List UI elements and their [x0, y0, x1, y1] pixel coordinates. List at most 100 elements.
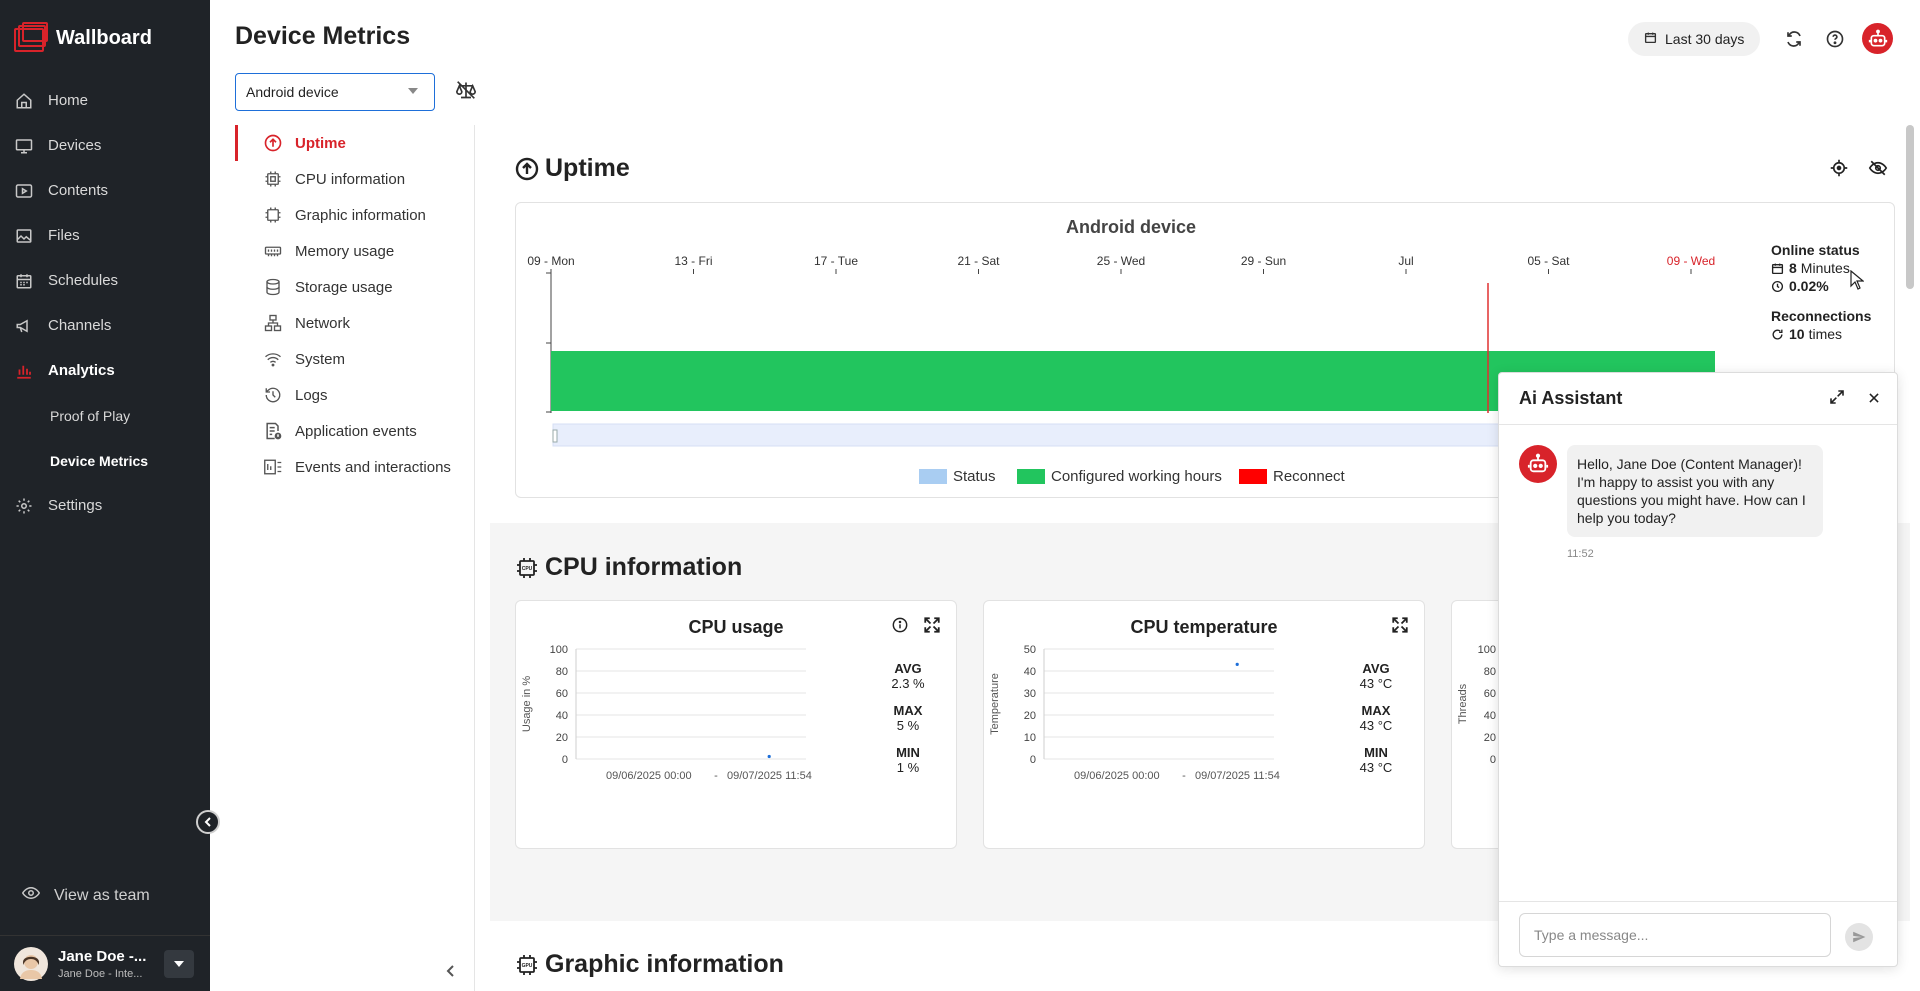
- sidebar-collapse-button[interactable]: [196, 810, 220, 834]
- expand-chart-button[interactable]: [1391, 616, 1409, 639]
- cpu-icon: CPU: [515, 556, 539, 580]
- y-tick-label: 30: [1024, 688, 1036, 700]
- svg-text:CPU: CPU: [522, 566, 533, 572]
- ai-message-time: 11:52: [1567, 548, 1594, 560]
- timeline-range-slider[interactable]: [552, 423, 1514, 447]
- y-tick-label: 10: [1024, 732, 1036, 744]
- max-label: MAX: [893, 703, 923, 718]
- y-tick-label: 80: [556, 666, 568, 678]
- sidebar-item-label: Files: [48, 227, 80, 244]
- ai-message: Hello, Jane Doe (Content Manager)! I'm h…: [1519, 445, 1823, 537]
- y-tick-label: 0: [1030, 754, 1036, 766]
- section-nav-memory[interactable]: Memory usage: [235, 233, 474, 269]
- compare-button[interactable]: [455, 80, 477, 105]
- cpu-usage-stats: AVG 2.3 % MAX 5 % MIN 1 %: [878, 661, 938, 787]
- svg-text:GPU: GPU: [522, 963, 533, 969]
- sidebar-subitem-proof-of-play[interactable]: Proof of Play: [0, 393, 210, 438]
- brand[interactable]: Wallboard: [14, 22, 152, 54]
- ai-assistant-button[interactable]: [1862, 23, 1893, 54]
- refresh-icon: [1787, 31, 1801, 47]
- page-title: Device Metrics: [235, 22, 411, 50]
- view-as-team-button[interactable]: View as team: [21, 884, 150, 907]
- min-value: 43 °C: [1359, 760, 1393, 775]
- section-nav-uptime[interactable]: Uptime: [235, 125, 474, 161]
- sidebar-item-contents[interactable]: Contents: [0, 168, 210, 213]
- section-nav-graphic[interactable]: Graphic information: [235, 197, 474, 233]
- avg-label: AVG: [1362, 661, 1390, 676]
- user-name: Jane Doe -...: [58, 947, 147, 965]
- sidebar-item-home[interactable]: Home: [0, 78, 210, 123]
- sidebar-item-schedules[interactable]: Schedules: [0, 258, 210, 303]
- section-nav-network[interactable]: Network: [235, 305, 474, 341]
- sidebar-subitem-device-metrics[interactable]: Device Metrics: [0, 438, 210, 483]
- section-nav-collapse-button[interactable]: [443, 963, 459, 984]
- sidebar-item-settings[interactable]: Settings: [0, 483, 210, 528]
- cpu-temperature-chart: 50 40 30 20 10 0 Temperature 09/06/2025 00:00 -0…: [989, 644, 1280, 782]
- gpu-icon: GPU: [515, 953, 539, 977]
- send-button[interactable]: [1845, 923, 1873, 951]
- avatar: [14, 946, 48, 981]
- reconnections-unit: times: [1808, 326, 1843, 342]
- sidebar-item-analytics[interactable]: Analytics: [0, 348, 210, 393]
- avg-value: 43 °C: [1359, 676, 1393, 691]
- maximize-button[interactable]: [1829, 389, 1845, 410]
- user-menu-button[interactable]: [164, 950, 194, 978]
- y-tick-label: 20: [1024, 710, 1036, 722]
- section-nav-system[interactable]: System: [235, 341, 474, 377]
- help-button[interactable]: [1822, 26, 1848, 52]
- timeline-tick-label: 17 - Tue: [814, 254, 858, 268]
- section-nav-storage[interactable]: Storage usage: [235, 269, 474, 305]
- cpu-usage-card: CPU usage 100 80 60 40 20 0 Usage in % 09/06/20…: [515, 600, 957, 849]
- section-nav-logs[interactable]: Logs: [235, 377, 474, 413]
- content-scrollbar[interactable]: [1906, 125, 1914, 289]
- x-start-label: 09/06/2025 00:00: [606, 770, 692, 782]
- expand-chart-button[interactable]: [923, 616, 941, 639]
- legend-reconnect: Reconnect: [1239, 468, 1346, 485]
- data-point: [767, 754, 771, 759]
- expand-icon: [1392, 617, 1408, 633]
- section-nav-application-events[interactable]: Application events: [235, 413, 474, 449]
- reconnections-label: Reconnections: [1771, 308, 1872, 324]
- sidebar-item-devices[interactable]: Devices: [0, 123, 210, 168]
- avg-label: AVG: [894, 661, 922, 676]
- date-range-label: Last 30 days: [1665, 31, 1745, 47]
- hide-section-button[interactable]: [1868, 159, 1888, 182]
- device-select[interactable]: Android device: [235, 73, 435, 111]
- slider-handle[interactable]: [552, 429, 558, 443]
- section-nav: Uptime CPU information Graphic informati…: [235, 125, 475, 991]
- section-title-label: Uptime: [545, 154, 630, 182]
- locate-button[interactable]: [1830, 159, 1848, 182]
- ai-assistant-panel: Ai Assistant Hello, Jane Doe (Content Ma…: [1498, 372, 1898, 967]
- min-label: MIN: [1364, 745, 1388, 760]
- database-icon: [263, 278, 283, 296]
- y-tick-label: 80: [1484, 666, 1496, 678]
- date-range-button[interactable]: Last 30 days: [1628, 22, 1761, 56]
- ai-message-input[interactable]: [1519, 913, 1831, 957]
- sidebar-item-channels[interactable]: Channels: [0, 303, 210, 348]
- sidebar-item-files[interactable]: Files: [0, 213, 210, 258]
- app-events-icon: [263, 421, 283, 441]
- refresh-button[interactable]: [1781, 26, 1807, 52]
- min-label: MIN: [896, 745, 920, 760]
- x-separator: -: [714, 770, 718, 782]
- calendar-icon: [1644, 31, 1657, 47]
- y-tick-label: 100: [550, 644, 568, 656]
- online-minutes-unit: Minutes: [1800, 260, 1850, 276]
- send-icon: [1853, 931, 1866, 943]
- x-end-label: 09/07/2025 11:54: [727, 770, 812, 782]
- svg-text:Status: Status: [953, 468, 996, 485]
- target-icon: [1830, 159, 1848, 177]
- chevron-left-icon: [204, 817, 211, 827]
- gear-icon: [14, 496, 34, 516]
- chevron-left-icon: [446, 965, 454, 977]
- section-nav-cpu[interactable]: CPU information: [235, 161, 474, 197]
- sidebar-item-label: Analytics: [48, 362, 115, 379]
- max-label: MAX: [1361, 703, 1391, 718]
- info-button[interactable]: [892, 617, 908, 638]
- online-minutes-value: 8: [1789, 260, 1797, 276]
- section-nav-events[interactable]: Events and interactions: [235, 449, 474, 485]
- y-tick-label: 40: [1484, 710, 1496, 722]
- close-button[interactable]: [1867, 389, 1881, 410]
- user-profile[interactable]: Jane Doe -... Jane Doe - Inte...: [0, 935, 210, 991]
- y-tick-label: 40: [1024, 666, 1036, 678]
